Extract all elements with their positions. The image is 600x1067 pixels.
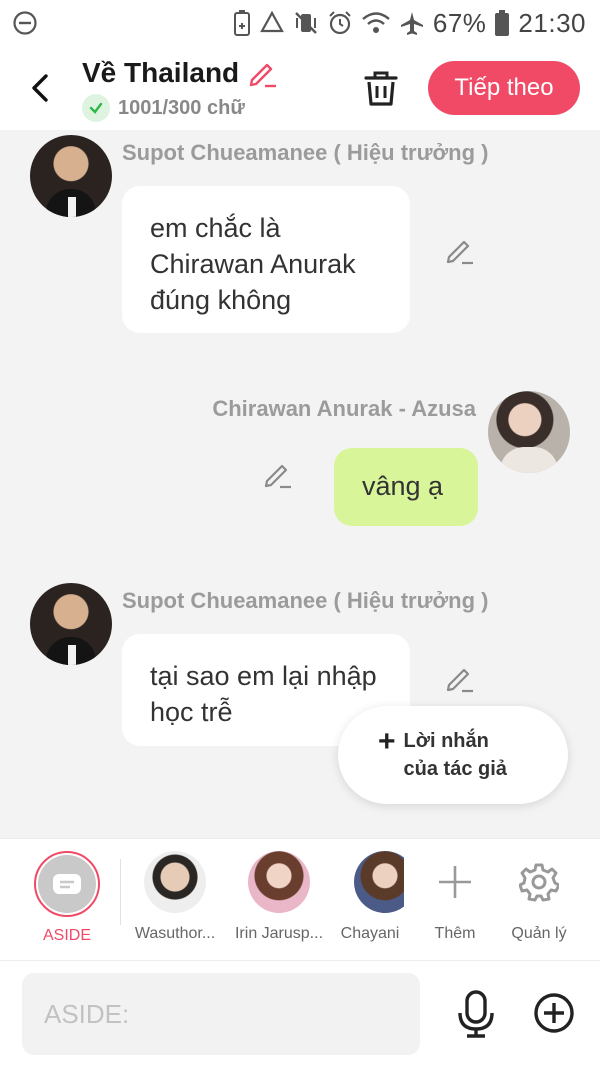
manage-characters-button[interactable]: Quản lý [492, 851, 586, 943]
manage-label: Quản lý [511, 925, 567, 942]
clock: 21:30 [518, 7, 586, 38]
character-wasuthorn[interactable]: Wasuthor... [128, 851, 222, 943]
alarm-icon [329, 11, 351, 35]
battery-saver-icon [233, 10, 250, 36]
avatar-principal[interactable] [30, 583, 112, 665]
message-bubble[interactable]: em chắc là Chirawan Anurak đúng không [122, 186, 410, 333]
gear-icon [508, 851, 570, 913]
character-bar: ASIDE Wasuthor... Irin Jarusp... Chayani… [0, 838, 600, 960]
edit-pencil-icon[interactable] [245, 56, 279, 90]
battery-percent: 67% [432, 7, 487, 38]
story-header: Về Thailand 1001/300 chữ Tiếp theo [0, 46, 600, 130]
character-irin[interactable]: Irin Jarusp... [232, 851, 326, 943]
message-sender: Supot Chueamanee ( Hiệu trưởng ) [122, 140, 489, 165]
back-arrow-icon[interactable] [22, 66, 62, 110]
edit-message-pencil-icon[interactable] [444, 662, 476, 694]
word-count: 1001/300 chữ [118, 96, 245, 119]
trash-icon[interactable] [360, 66, 402, 110]
check-icon [82, 94, 110, 122]
microphone-icon[interactable] [454, 989, 498, 1039]
status-bar: 67% 21:30 [0, 0, 600, 46]
plus-icon [424, 851, 486, 913]
story-title[interactable]: Về Thailand [82, 57, 239, 89]
character-name: Wasuthor... [134, 925, 216, 942]
edit-message-pencil-icon[interactable] [444, 234, 476, 266]
next-button[interactable]: Tiếp theo [428, 61, 580, 115]
wifi-icon [362, 12, 390, 33]
airplane-mode-icon [400, 12, 423, 35]
avatar-principal[interactable] [30, 135, 112, 217]
author-note-label: Lời nhắn của tác giả [403, 730, 507, 780]
battery-icon [495, 10, 510, 36]
plus-icon: + [378, 725, 396, 758]
character-aside[interactable]: ASIDE [20, 851, 114, 945]
character-avatar [144, 851, 206, 913]
input-bar [0, 960, 600, 1067]
character-avatar [248, 851, 310, 913]
title-block: Về Thailand 1001/300 chữ [82, 56, 279, 122]
author-note-button[interactable]: + Lời nhắn của tác giả [338, 706, 568, 804]
message-bubble[interactable]: vâng ạ [334, 448, 478, 526]
message-sender: Supot Chueamanee ( Hiệu trưởng ) [122, 588, 489, 613]
message-sender: Chirawan Anurak - Azusa [212, 396, 476, 421]
message-input[interactable] [22, 973, 420, 1055]
character-name: Irin Jarusp... [234, 925, 324, 942]
edit-message-pencil-icon[interactable] [262, 458, 294, 490]
divider [120, 859, 121, 925]
avatar-chirawan[interactable] [488, 391, 570, 473]
add-circle-icon[interactable] [532, 991, 576, 1035]
add-character-button[interactable]: Thêm [408, 851, 502, 943]
recycle-icon [260, 10, 284, 33]
character-name: Chayani [340, 925, 400, 942]
character-chayani[interactable]: Chayani [336, 851, 404, 943]
vibrate-icon [295, 12, 317, 34]
add-label: Thêm [434, 925, 476, 942]
character-avatar [354, 851, 404, 913]
character-name: ASIDE [42, 927, 91, 944]
aside-note-icon [38, 855, 96, 913]
do-not-disturb-icon [13, 11, 37, 35]
